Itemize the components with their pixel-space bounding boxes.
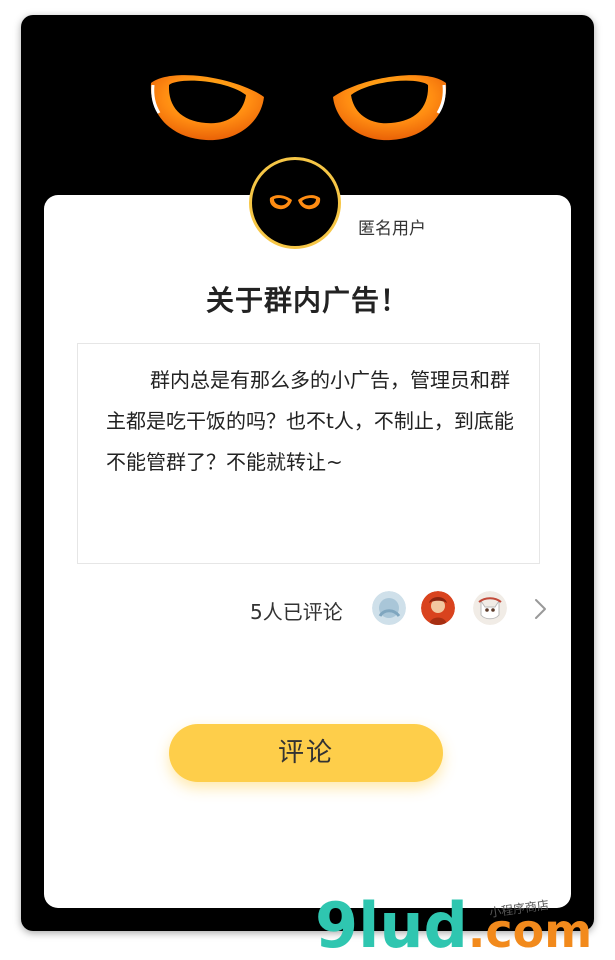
- chevron-right-icon[interactable]: [529, 597, 551, 621]
- commenter-avatar-1: [372, 591, 406, 625]
- comment-count: 5人已评论: [250, 600, 343, 624]
- post-body-box: 群内总是有那么多的小广告，管理员和群主都是吃干饭的吗？也不t人，不制止，到底能不…: [77, 343, 540, 564]
- commenter-avatar-3: [473, 591, 507, 625]
- post-title: 关于群内广告！: [205, 284, 409, 317]
- author-avatar[interactable]: [249, 157, 341, 249]
- commenter-avatar-2: [421, 591, 455, 625]
- phone-frame: 匿名用户 关于群内广告！ 群内总是有那么多的小广告，管理员和群主都是吃干饭的吗？…: [21, 15, 594, 931]
- comment-button[interactable]: 评论: [169, 724, 443, 782]
- cat-eyes-avatar-icon: [269, 195, 321, 210]
- comments-summary-row[interactable]: 5人已评论: [21, 591, 594, 627]
- author-name: 匿名用户: [358, 219, 426, 239]
- site-watermark: 9lud.com 小程序商店: [315, 889, 592, 960]
- post-body-text: 群内总是有那么多的小广告，管理员和群主都是吃干饭的吗？也不t人，不制止，到底能不…: [106, 368, 514, 474]
- watermark-text: 9lud.com: [315, 889, 592, 960]
